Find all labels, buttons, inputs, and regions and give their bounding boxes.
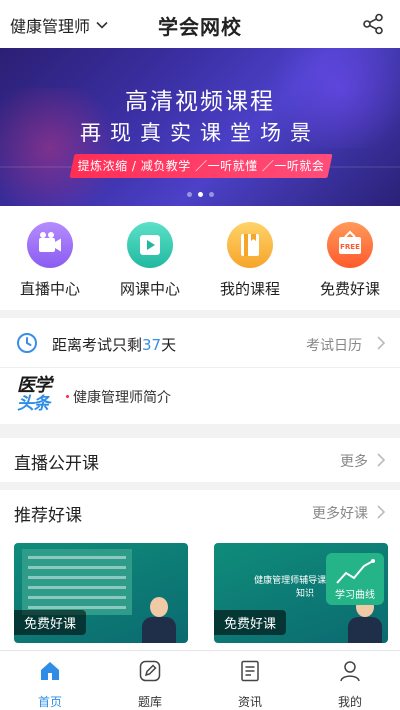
logo-line-2: 头条: [17, 394, 50, 414]
clock-icon: [17, 333, 37, 353]
trend-chart-icon: [336, 559, 375, 584]
pencil-icon: [139, 660, 161, 682]
exam-days: 37: [142, 336, 162, 354]
learning-curve-badge: 学习曲线: [326, 553, 384, 605]
free-course-tag: 免费好课: [14, 610, 87, 635]
recommend-section-title: 推荐好课: [14, 506, 82, 526]
quick-nav-label: 免费好课: [319, 280, 380, 298]
svg-text:FREE: FREE: [340, 243, 360, 251]
logo-line-1: 医学: [17, 375, 52, 396]
quick-nav-label: 网课中心: [119, 280, 180, 298]
app-screen: 健康管理师 学会网校 高清视频课程 再现真实课堂场景 提炼浓缩 / 减负教学 ／…: [0, 0, 400, 710]
recommend-section-header: 推荐好课 更多好课: [0, 490, 400, 534]
free-tag-icon: FREE: [327, 222, 373, 268]
news-headline-row[interactable]: 医学 头条 健康管理师简介: [0, 368, 400, 424]
app-title: 学会网校: [158, 15, 242, 39]
learning-curve-label: 学习曲线: [335, 590, 375, 601]
news-icon: [241, 660, 259, 682]
banner-subtitle: 再现真实课堂场景: [80, 121, 320, 145]
chevron-right-icon: [377, 336, 386, 350]
promo-banner[interactable]: 高清视频课程 再现真实课堂场景 提炼浓缩 / 减负教学 ／一听就懂 ／一听就会: [0, 48, 400, 206]
live-camera-icon: [27, 222, 73, 268]
carousel-dots: [0, 192, 400, 197]
quick-nav-label: 直播中心: [19, 280, 80, 298]
banner-title: 高清视频课程: [125, 89, 275, 115]
play-icon: [127, 222, 173, 268]
exam-calendar-link[interactable]: 考试日历: [306, 335, 362, 355]
exam-prefix: 距离考试只剩: [52, 336, 143, 354]
teacher-avatar: [142, 597, 176, 643]
top-header: 健康管理师 学会网校: [0, 0, 400, 48]
tab-label: 首页: [37, 695, 62, 709]
live-more-link[interactable]: 更多: [340, 451, 368, 471]
quick-nav-my-courses[interactable]: 我的课程: [200, 222, 300, 299]
quick-nav-free-courses[interactable]: FREE 免费好课: [300, 222, 400, 299]
bottom-tab-bar: 首页 题库 资讯 我的: [0, 650, 400, 710]
medical-headline-logo: 医学 头条: [17, 376, 61, 416]
news-headline-text[interactable]: 健康管理师简介: [73, 387, 171, 407]
quick-nav-live-center[interactable]: 直播中心: [0, 222, 100, 299]
user-icon: [340, 661, 360, 682]
tab-label: 我的: [337, 695, 362, 709]
quick-nav-label: 我的课程: [219, 280, 280, 298]
exam-countdown-row[interactable]: 距离考试只剩37天 考试日历: [0, 318, 400, 368]
quick-nav-online-course[interactable]: 网课中心: [100, 222, 200, 299]
bullet-dot: [66, 395, 69, 398]
tab-label: 题库: [137, 695, 162, 709]
exam-countdown-text: 距离考试只剩37天: [52, 334, 176, 355]
tab-profile[interactable]: 我的: [300, 659, 400, 710]
exam-suffix: 天: [161, 336, 177, 354]
share-icon[interactable]: [362, 13, 384, 35]
live-section-header: 直播公开课 更多: [0, 438, 400, 482]
tab-news[interactable]: 资讯: [200, 659, 300, 710]
book-icon: [227, 222, 273, 268]
banner-tagline: 提炼浓缩 / 减负教学 ／一听就懂 ／一听就会: [77, 159, 325, 173]
home-icon: [41, 662, 59, 680]
chevron-right-icon[interactable]: [376, 505, 386, 519]
course-card[interactable]: 免费好课: [14, 543, 188, 643]
live-section-title: 直播公开课: [14, 454, 99, 474]
free-course-tag: 免费好课: [214, 610, 287, 635]
carousel-dot[interactable]: [186, 192, 192, 197]
quick-nav: 直播中心 网课中心 我的课程 FREE 免费好课: [0, 206, 400, 310]
tab-question-bank[interactable]: 题库: [100, 659, 200, 710]
course-thumbnail-document: [22, 549, 132, 615]
course-card[interactable]: 健康管理师辅导课程 基础知识 学习曲线 免费好课: [214, 543, 388, 643]
carousel-dot-active[interactable]: [197, 192, 203, 197]
course-card-list: 免费好课 健康管理师辅导课程 基础知识 学习曲线 免费好课: [0, 534, 400, 650]
carousel-dot[interactable]: [208, 192, 214, 197]
tab-home[interactable]: 首页: [0, 659, 100, 710]
recommend-more-link[interactable]: 更多好课: [312, 503, 368, 523]
chevron-right-icon[interactable]: [376, 453, 386, 467]
tab-label: 资讯: [237, 695, 262, 709]
